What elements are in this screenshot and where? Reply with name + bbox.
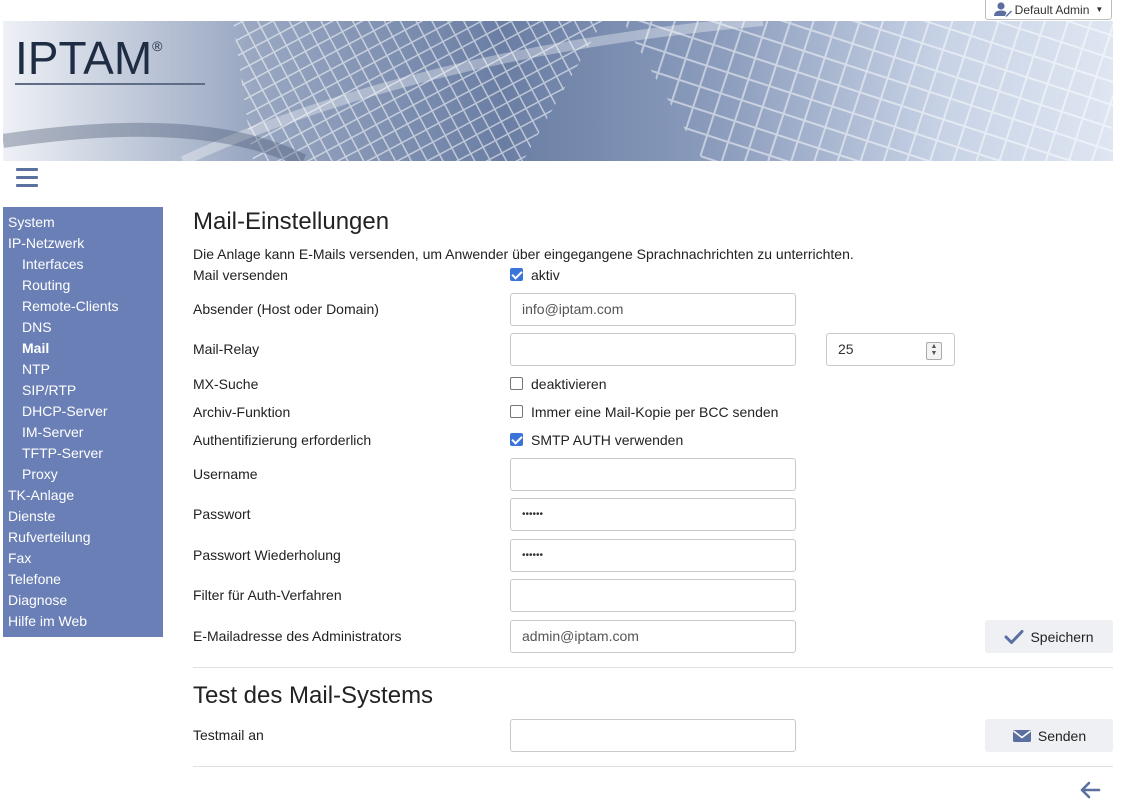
sidebar-item-dhcp-server[interactable]: DHCP-Server: [3, 401, 163, 422]
sender-input[interactable]: info@iptam.com: [510, 293, 796, 326]
password-repeat-label: Passwort Wiederholung: [193, 547, 341, 563]
user-menu-button[interactable]: Default Admin ▼: [985, 0, 1112, 20]
sidebar-item-proxy[interactable]: Proxy: [3, 464, 163, 485]
test-section-title: Test des Mail-Systems: [193, 682, 434, 709]
auth-filter-label: Filter für Auth-Verfahren: [193, 587, 342, 603]
auth-label: Authentifizierung erforderlich: [193, 432, 372, 448]
username-label: Username: [193, 466, 258, 482]
password-input[interactable]: ••••••: [510, 498, 796, 531]
testmail-label: Testmail an: [193, 727, 264, 743]
sidebar-item-hilfe-im-web[interactable]: Hilfe im Web: [3, 611, 163, 632]
user-edit-icon: [993, 2, 1012, 17]
sender-label: Absender (Host oder Domain): [193, 301, 379, 317]
admin-email-label: E-Mailadresse des Administrators: [193, 628, 402, 644]
admin-email-input[interactable]: admin@iptam.com: [510, 620, 796, 653]
caret-down-icon: ▼: [1095, 5, 1104, 14]
mail-relay-port-input[interactable]: 25 ▲ ▼: [826, 333, 955, 366]
sidebar-item-remote-clients[interactable]: Remote-Clients: [3, 296, 163, 317]
mail-send-checkbox[interactable]: [510, 268, 523, 281]
sidebar-item-ntp[interactable]: NTP: [3, 359, 163, 380]
sidebar-item-tftp-server[interactable]: TFTP-Server: [3, 443, 163, 464]
sidebar-item-tk-anlage[interactable]: TK-Anlage: [3, 485, 163, 506]
mx-search-checkbox-label: deaktivieren: [531, 376, 607, 392]
sidebar-item-interfaces[interactable]: Interfaces: [3, 254, 163, 275]
sidebar-item-telefone[interactable]: Telefone: [3, 569, 163, 590]
sidebar-nav: System IP-Netzwerk Interfaces Routing Re…: [3, 207, 163, 637]
sidebar-item-system[interactable]: System: [3, 212, 163, 233]
testmail-input[interactable]: [510, 719, 796, 752]
page-description: Die Anlage kann E-Mails versenden, um An…: [193, 246, 854, 262]
save-button-label: Speichern: [1030, 628, 1094, 645]
auth-checkbox[interactable]: [510, 433, 523, 446]
save-button[interactable]: Speichern: [985, 620, 1113, 653]
sidebar-item-diagnose[interactable]: Diagnose: [3, 590, 163, 611]
sidebar-item-ip-netzwerk[interactable]: IP-Netzwerk: [3, 233, 163, 254]
mail-send-label: Mail versenden: [193, 267, 288, 283]
password-repeat-input[interactable]: ••••••: [510, 539, 796, 572]
logo-underline: [15, 83, 205, 85]
mail-relay-port-value: 25: [838, 341, 854, 357]
user-name: Default Admin: [1014, 2, 1090, 17]
send-button[interactable]: Senden: [985, 719, 1113, 752]
envelope-icon: [1012, 729, 1031, 742]
banner-background-image: [3, 21, 1113, 161]
archive-label: Archiv-Funktion: [193, 404, 291, 420]
header-banner: ​IPTAM®: [3, 21, 1113, 161]
mx-search-checkbox[interactable]: [510, 377, 523, 390]
sidebar-item-routing[interactable]: Routing: [3, 275, 163, 296]
sidebar-item-dns[interactable]: DNS: [3, 317, 163, 338]
page-title: Mail-Einstellungen: [193, 208, 390, 235]
username-input[interactable]: [510, 458, 796, 491]
section-divider: [193, 667, 1113, 668]
sidebar-item-im-server[interactable]: IM-Server: [3, 422, 163, 443]
checkmark-icon: [1004, 629, 1024, 644]
iptam-logo: ​IPTAM®: [15, 32, 163, 84]
sidebar-item-dienste[interactable]: Dienste: [3, 506, 163, 527]
port-spinner-icon[interactable]: ▲ ▼: [926, 342, 942, 360]
sidebar-item-sip-rtp[interactable]: SIP/RTP: [3, 380, 163, 401]
menu-toggle-icon[interactable]: [16, 168, 38, 188]
password-label: Passwort: [193, 506, 251, 522]
sidebar-item-rufverteilung[interactable]: Rufverteilung: [3, 527, 163, 548]
auth-checkbox-label: SMTP AUTH verwenden: [531, 432, 684, 448]
mx-search-label: MX-Suche: [193, 376, 259, 392]
sidebar-item-mail[interactable]: Mail: [3, 338, 163, 359]
send-button-label: Senden: [1037, 727, 1087, 744]
auth-filter-input[interactable]: [510, 579, 796, 612]
mail-relay-label: Mail-Relay: [193, 341, 260, 357]
sidebar-item-fax[interactable]: Fax: [3, 548, 163, 569]
mail-relay-input[interactable]: [510, 333, 796, 366]
mail-send-checkbox-label: aktiv: [531, 267, 560, 283]
archive-checkbox[interactable]: [510, 405, 523, 418]
back-arrow-icon[interactable]: [1079, 780, 1101, 800]
archive-checkbox-label: Immer eine Mail-Kopie per BCC senden: [531, 404, 779, 420]
bottom-divider: [193, 766, 1113, 767]
